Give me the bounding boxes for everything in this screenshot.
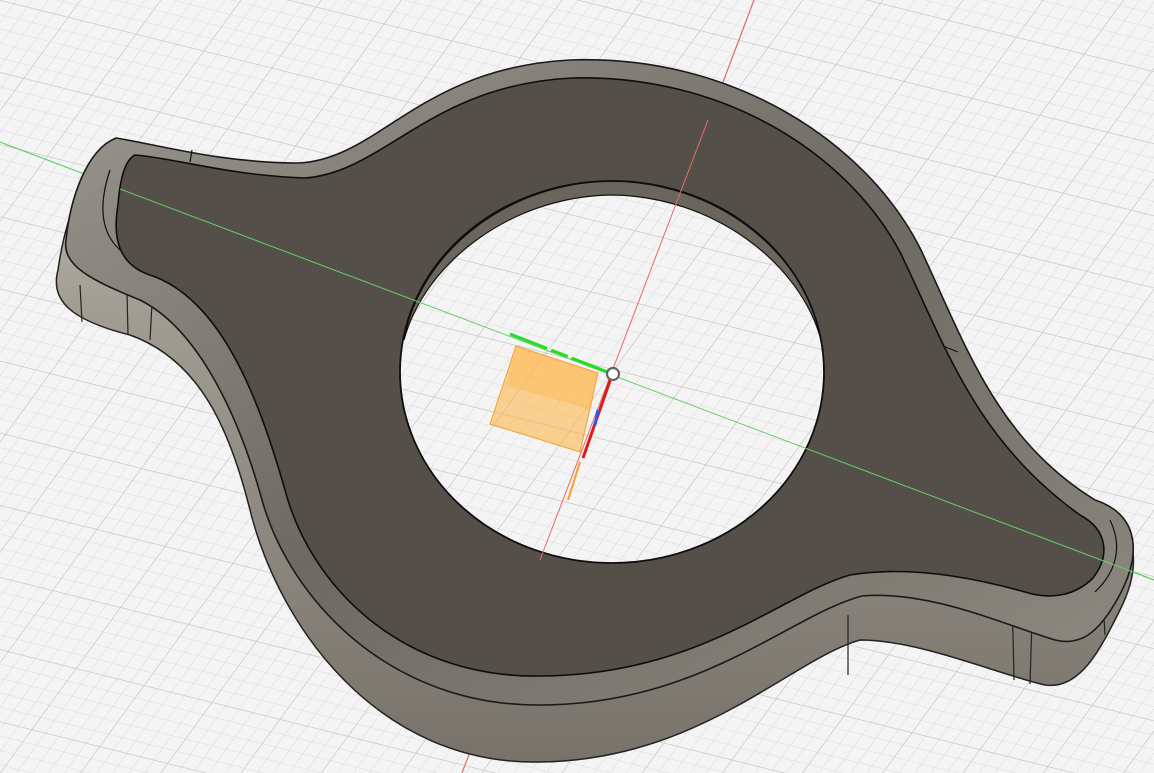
3d-viewport[interactable] — [0, 0, 1154, 773]
origin-point[interactable] — [605, 366, 621, 382]
